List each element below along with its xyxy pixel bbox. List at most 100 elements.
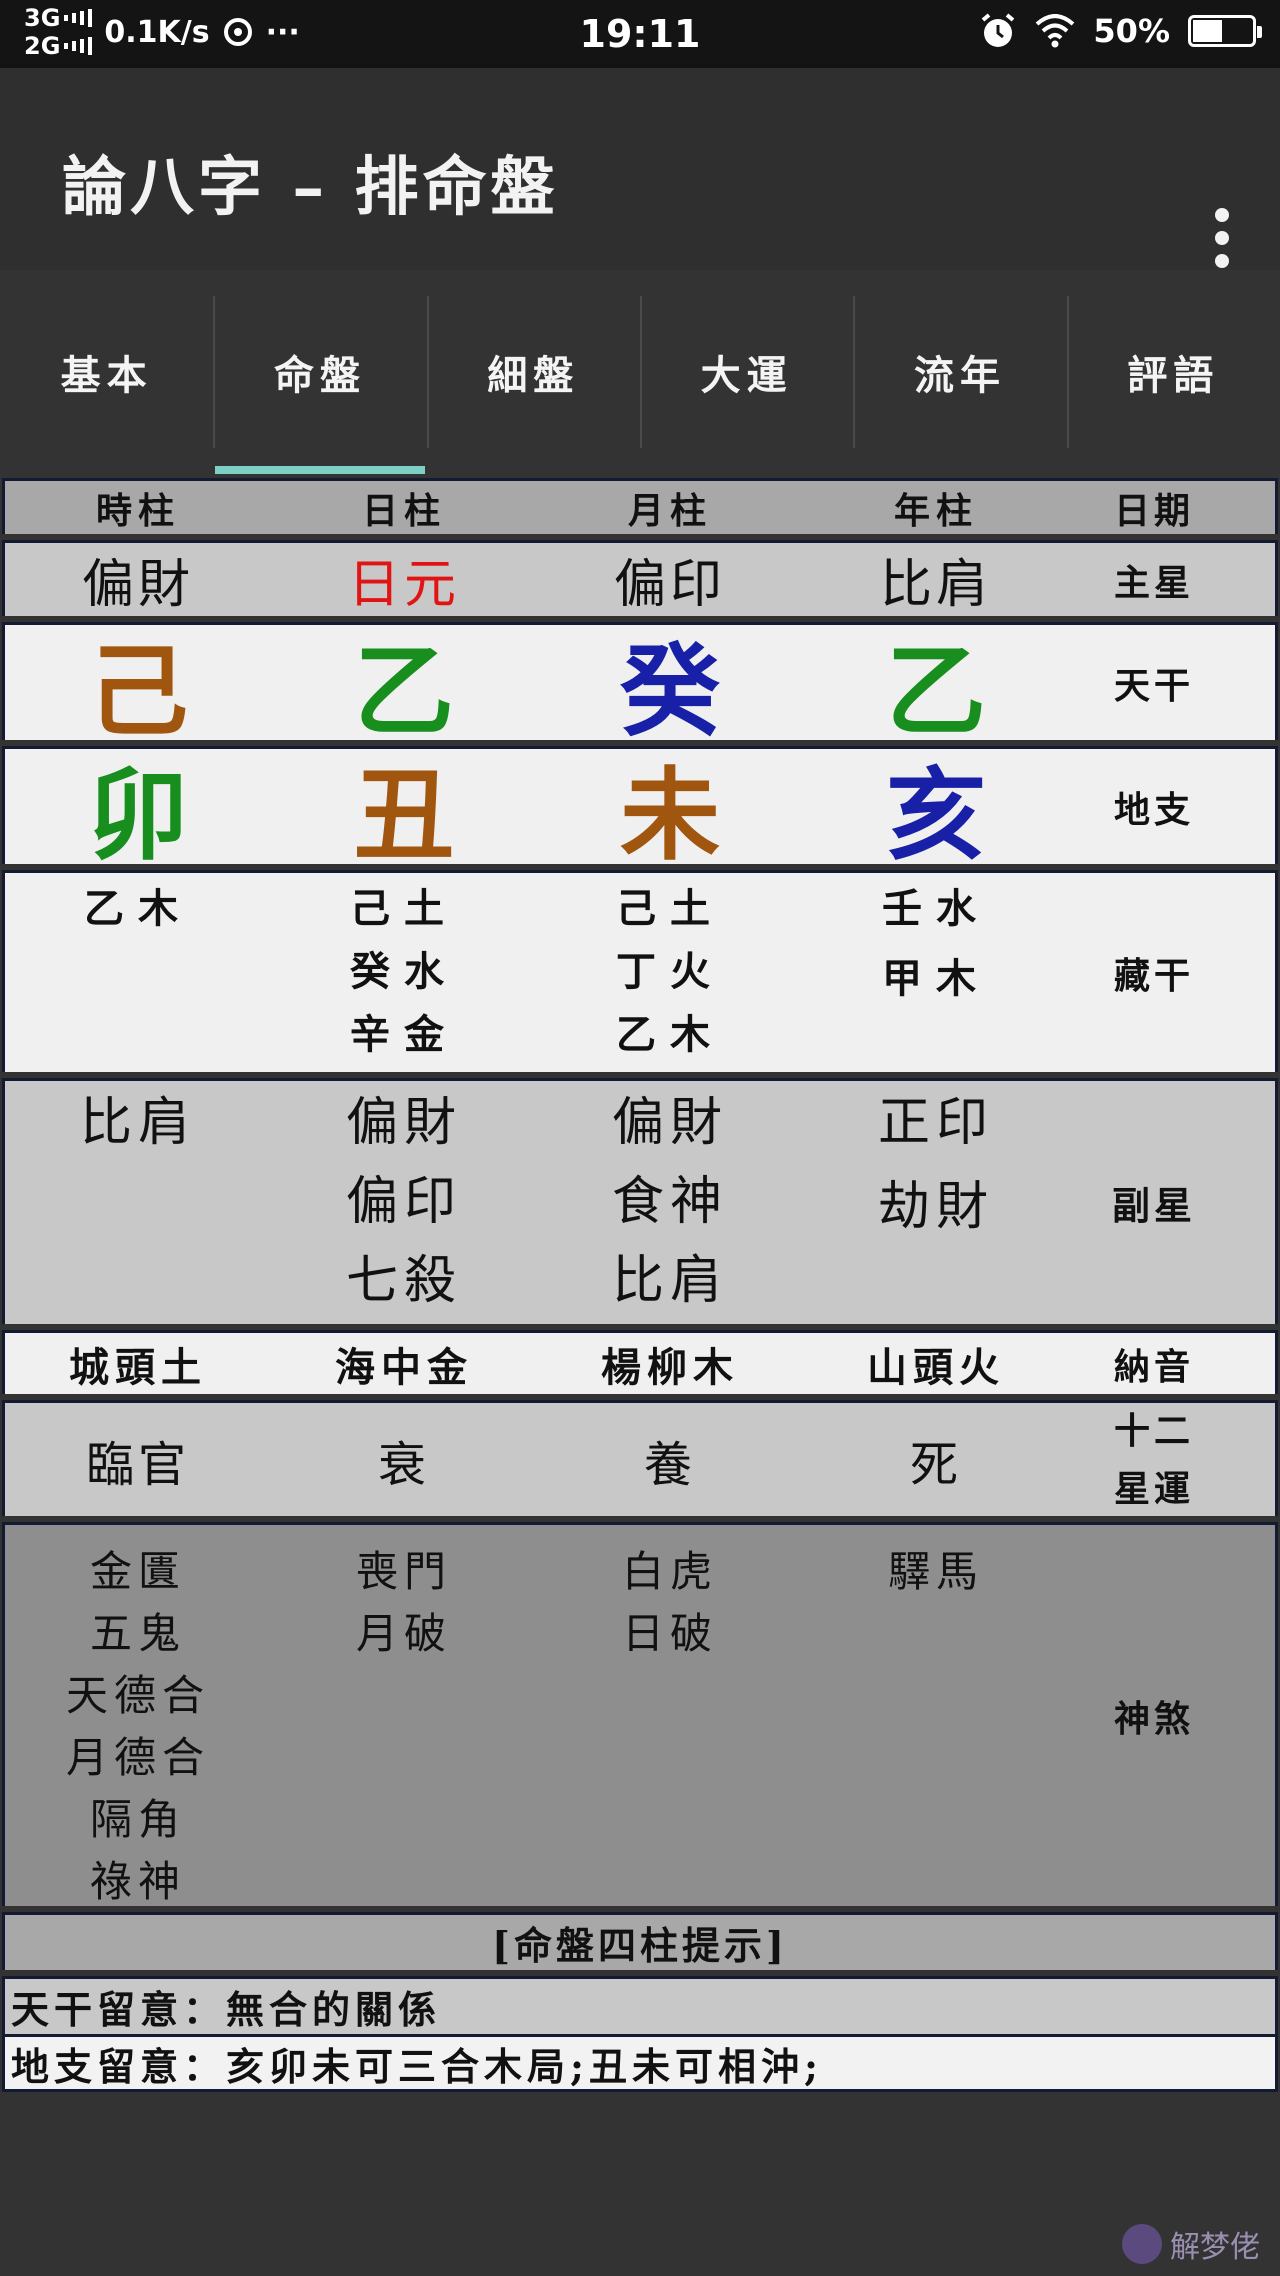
hidden-stem: 丁火 [616, 948, 724, 995]
hidden-stem: 己土 [616, 885, 724, 932]
bazi-chart-table: 時柱 日柱 月柱 年柱 日期 偏財 日元 偏印 比肩 主星 己 乙 癸 乙 天干… [2, 478, 1278, 2092]
tab-detail[interactable]: 細盤 [426, 270, 640, 474]
sub-star: 比肩 [611, 1251, 728, 1311]
nayin-label: 納音 [1113, 1345, 1194, 1388]
heavenly-stems-row: 己 乙 癸 乙 天干 [2, 622, 1278, 750]
main-star-label: 主星 [1113, 561, 1194, 604]
shensha-day: 喪門 月破 [271, 1525, 537, 1906]
shensha-item: 月德合 [65, 1733, 210, 1782]
stem-day: 乙 [354, 632, 454, 750]
branches-label: 地支 [1113, 788, 1194, 831]
sub-star: 偏財 [611, 1093, 728, 1153]
sub-star-hour: 比肩 [5, 1081, 271, 1324]
branch-hour: 卯 [88, 756, 188, 874]
hidden-month: 己土 丁火 乙木 [537, 873, 803, 1072]
sub-star: 劫財 [877, 1177, 994, 1237]
main-star-hour: 偏財 [81, 555, 194, 615]
branch-month: 未 [620, 756, 720, 874]
hidden-stem: 壬水 [882, 885, 990, 932]
watermark-logo-icon [1122, 2224, 1162, 2264]
sub-star: 偏印 [345, 1172, 462, 1232]
tab-annual[interactable]: 流年 [853, 270, 1066, 474]
tab-bar: 基本 命盤 細盤 大運 流年 評語 [0, 270, 1280, 474]
shensha-item: 月破 [355, 1609, 452, 1658]
status-bar: 3G 2G 0.1K/s ··· 19:11 50% [0, 0, 1280, 68]
branch-year: 亥 [886, 756, 986, 874]
hidden-label: 藏干 [1113, 954, 1194, 997]
hidden-hour: 乙木 [5, 873, 271, 1072]
branch-note-row: 地支留意：亥卯未可三合木局;丑未可相沖; [2, 2034, 1278, 2092]
hidden-stem: 癸水 [350, 948, 458, 995]
overflow-menu-icon[interactable] [1214, 208, 1230, 268]
stage-month: 養 [643, 1436, 696, 1493]
hidden-stem: 乙木 [84, 885, 192, 932]
hidden-stem: 乙木 [616, 1011, 724, 1058]
hidden-stems-row: 乙木 己土 癸水 辛金 己土 丁火 乙木 壬水 甲木 藏干 [2, 870, 1278, 1072]
header-row: 時柱 日柱 月柱 年柱 日期 [2, 478, 1278, 534]
stem-note-row: 天干留意：無合的關係 [2, 1976, 1278, 2034]
branch-note: 地支留意：亥卯未可三合木局;丑未可相沖; [11, 2043, 824, 2089]
shensha-item: 白虎 [621, 1547, 718, 1596]
nayin-row: 城頭土 海中金 楊柳木 山頭火 納音 [2, 1330, 1278, 1394]
header-hour: 時柱 [95, 489, 180, 532]
twelve-label-line-2: 星運 [1113, 1467, 1194, 1510]
twelve-stages-row: 臨官 衰 養 死 十二 星運 [2, 1400, 1278, 1516]
sub-star: 食神 [611, 1172, 728, 1232]
twelve-label-line-1: 十二 [1113, 1409, 1194, 1452]
shensha-item: 日破 [621, 1609, 718, 1658]
stems-label: 天干 [1113, 664, 1194, 707]
sub-star: 比肩 [79, 1093, 196, 1153]
nayin-day: 海中金 [335, 1343, 473, 1391]
tab-chart[interactable]: 命盤 [213, 270, 426, 474]
sub-star-label: 副星 [1111, 1183, 1196, 1228]
branch-day: 丑 [354, 756, 454, 874]
nayin-hour: 城頭土 [69, 1343, 207, 1391]
alarm-icon [982, 13, 1015, 47]
tab-comments[interactable]: 評語 [1066, 270, 1280, 474]
stem-year: 乙 [886, 632, 986, 750]
shensha-month: 白虎 日破 [537, 1525, 803, 1906]
stage-hour: 臨官 [85, 1436, 190, 1493]
battery-icon [1188, 15, 1262, 47]
shensha-label: 神煞 [1113, 1697, 1194, 1740]
nayin-month: 楊柳木 [601, 1343, 739, 1391]
sub-star-day: 偏財 偏印 七殺 [271, 1081, 537, 1324]
watermark: 解梦佬 [1122, 2222, 1260, 2266]
sub-star: 正印 [877, 1093, 994, 1153]
shensha-item: 五鬼 [89, 1609, 186, 1658]
stem-hour: 己 [88, 632, 188, 750]
header-date: 日期 [1113, 489, 1194, 532]
hidden-stem: 己土 [350, 885, 458, 932]
shensha-item: 隔角 [89, 1795, 186, 1844]
sub-star-year: 正印 劫財 [803, 1081, 1069, 1324]
shensha-row: 金匱 五鬼 天德合 月德合 隔角 祿神 喪門 月破 白虎 日破 驛馬 神煞 [2, 1522, 1278, 1906]
page-title: 論八字 – 排命盤 [62, 150, 559, 225]
main-star-row: 偏財 日元 偏印 比肩 主星 [2, 540, 1278, 616]
shensha-item: 喪門 [355, 1547, 452, 1596]
stage-year: 死 [909, 1436, 962, 1493]
nayin-year: 山頭火 [867, 1343, 1005, 1391]
main-star-day: 日元 [347, 555, 460, 615]
shensha-item: 天德合 [65, 1671, 210, 1720]
hidden-stem: 甲木 [882, 955, 990, 1002]
earthly-branches-row: 卯 丑 未 亥 地支 [2, 746, 1278, 874]
hidden-day: 己土 癸水 辛金 [271, 873, 537, 1072]
tab-major-luck[interactable]: 大運 [639, 270, 853, 474]
wifi-icon [1036, 14, 1075, 48]
tab-basic[interactable]: 基本 [0, 270, 213, 474]
header-day: 日柱 [361, 489, 446, 532]
shensha-year: 驛馬 [803, 1525, 1069, 1906]
twelve-label: 十二 星運 [1069, 1403, 1239, 1516]
shensha-item: 金匱 [89, 1547, 186, 1596]
header-year: 年柱 [893, 489, 978, 532]
battery-fill [1193, 20, 1222, 42]
sub-star-row: 比肩 偏財 偏印 七殺 偏財 食神 比肩 正印 劫財 副星 [2, 1078, 1278, 1324]
hidden-stem: 辛金 [350, 1011, 458, 1058]
main-star-month: 偏印 [613, 555, 726, 615]
stem-month: 癸 [620, 632, 720, 750]
battery-percent: 50% [1093, 12, 1170, 50]
hint-title-row: [命盤四柱提示] [2, 1912, 1278, 1970]
stem-note: 天干留意：無合的關係 [11, 1987, 442, 2032]
hidden-year: 壬水 甲木 [803, 873, 1069, 1072]
sub-star: 偏財 [345, 1093, 462, 1153]
